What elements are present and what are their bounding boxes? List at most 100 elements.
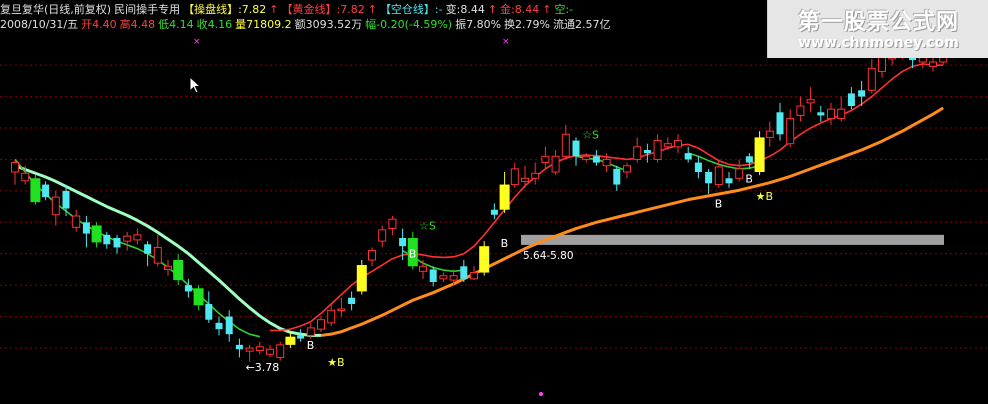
candle-body xyxy=(551,155,560,173)
candle-body xyxy=(449,275,458,281)
candle-body xyxy=(541,155,550,164)
kline-chart-svg: × ×5.64-5.80←3.78 ★BB☆SBB☆SBB★B xyxy=(0,37,988,396)
candle-body xyxy=(173,260,184,281)
line2-segment: 幅-0.20(-4.59%) xyxy=(365,18,453,31)
candle-body xyxy=(776,112,784,135)
candle-body xyxy=(643,150,651,154)
marker-dot: × xyxy=(502,37,510,47)
signal-label: B xyxy=(307,339,315,352)
line1-segment: 复旦复华(日线,前复权) xyxy=(0,3,112,16)
watermark-title: 第一股票公式网 xyxy=(797,10,959,35)
candle-body xyxy=(285,336,296,345)
signal-label: ☆S xyxy=(582,128,599,141)
candle-body xyxy=(858,90,866,97)
line2-segment: 收4.16 xyxy=(196,18,233,31)
signal-label: B xyxy=(715,197,723,210)
candle-body xyxy=(368,250,376,261)
line2-segment: 2008/10/31/五 xyxy=(0,18,79,31)
candle-body xyxy=(11,162,19,173)
signal-label: ☆S xyxy=(419,219,436,232)
candle-body xyxy=(674,140,682,148)
candle-body xyxy=(82,222,90,234)
candle-body xyxy=(215,322,223,330)
candle-body xyxy=(490,209,498,215)
mouse-cursor-icon xyxy=(189,76,202,94)
candle-body xyxy=(929,61,937,67)
candle-body xyxy=(582,155,591,160)
candle-body xyxy=(164,265,172,270)
candle-body xyxy=(235,344,243,350)
line2-segment: 流通2.57亿 xyxy=(552,18,611,31)
candle-body xyxy=(786,118,795,145)
line1-segment: 【空仓线】:- xyxy=(379,3,443,16)
candle-body xyxy=(144,244,152,254)
signal-label: B xyxy=(501,237,509,250)
candle-body xyxy=(133,234,142,241)
watermark-banner: 第一股票公式网 www.chnmoney.com xyxy=(767,0,988,58)
candle-body xyxy=(113,238,121,248)
line1-segment: 金:8.44 xyxy=(500,3,540,16)
signal-label: B xyxy=(409,248,417,261)
candle-body xyxy=(653,140,662,160)
candle-body xyxy=(510,168,519,186)
candle-body xyxy=(266,348,274,355)
line1-segment: 民间操手专用 xyxy=(114,3,181,16)
candle-body xyxy=(827,108,835,120)
candle-body xyxy=(21,172,30,182)
watermark-url: www.chnmoney.com xyxy=(798,35,959,51)
candle-body xyxy=(337,308,346,312)
candle-body xyxy=(684,153,692,160)
candle-body xyxy=(623,165,631,173)
support-band xyxy=(521,234,944,245)
signal-label: ★B xyxy=(327,356,344,369)
candle-body xyxy=(867,67,876,91)
candle-body xyxy=(592,156,600,163)
candle-body xyxy=(399,238,407,247)
candle-body xyxy=(153,246,162,264)
candle-body xyxy=(796,105,805,116)
candle-body xyxy=(847,93,855,106)
candle-body xyxy=(572,140,580,157)
candle-body xyxy=(878,57,886,72)
candle-body xyxy=(735,168,744,179)
line2-segment: 额3093.52万 xyxy=(294,18,363,31)
candle-body xyxy=(705,172,713,184)
candle-body xyxy=(317,319,325,330)
candle-body xyxy=(297,335,305,339)
candle-body xyxy=(42,184,50,198)
line2-segment: 开4.40 xyxy=(81,18,117,31)
candle-body xyxy=(276,344,285,358)
candle-body xyxy=(388,218,397,230)
candle-body xyxy=(348,297,356,304)
candle-body xyxy=(62,190,70,209)
candle-body xyxy=(918,57,927,63)
candle-body xyxy=(460,266,468,279)
candle-body xyxy=(255,346,264,352)
candle-body xyxy=(499,184,510,210)
candle-body xyxy=(429,269,437,282)
candle-body xyxy=(531,172,540,179)
line1-segment: ↑ xyxy=(487,3,498,16)
candle-body xyxy=(663,143,672,148)
candle-body xyxy=(378,229,387,242)
candle-body xyxy=(327,309,336,324)
candle-body xyxy=(51,196,60,216)
line1-segment: ↑ xyxy=(367,3,377,16)
candle-body xyxy=(817,112,825,116)
line2-segment: 振7.80% xyxy=(455,18,502,31)
candle-body xyxy=(123,235,132,242)
line1-segment: 【黄金线】:7.82 xyxy=(281,3,365,16)
candle-body xyxy=(205,304,213,320)
candle-body xyxy=(561,133,570,157)
line1-segment: 变:8.44 xyxy=(445,3,485,16)
line2-segment: 量71809.2 xyxy=(235,18,292,31)
candle-body xyxy=(245,347,254,352)
candle-body xyxy=(306,327,315,336)
marker-dot xyxy=(539,392,543,396)
candle-body xyxy=(765,130,774,138)
candle-body xyxy=(479,246,490,273)
kline-chart[interactable]: × × 5.64-5.80 ←3.78 ★B B ☆S B B ☆S B B ★B xyxy=(0,0,988,401)
candle-body xyxy=(745,156,753,163)
candle-body xyxy=(521,177,529,182)
signal-label: ★B xyxy=(756,190,773,203)
